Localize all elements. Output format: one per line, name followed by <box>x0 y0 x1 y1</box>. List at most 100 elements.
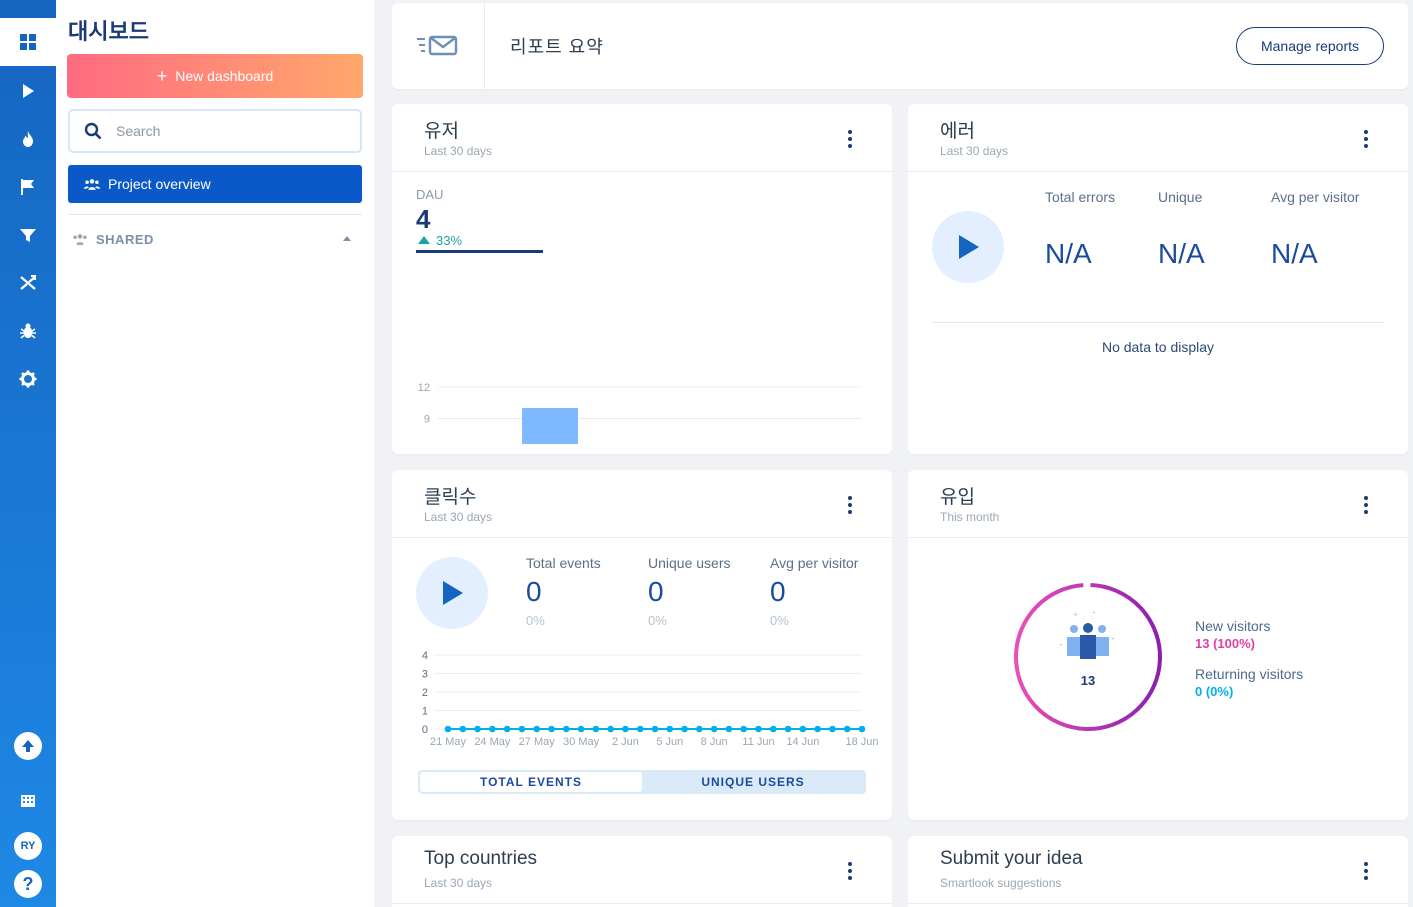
data-point[interactable] <box>622 725 629 733</box>
rail-heatmaps[interactable] <box>0 115 56 163</box>
rail-funnels[interactable] <box>0 211 56 259</box>
upgrade-button[interactable] <box>14 732 42 760</box>
card-subtitle: Last 30 days <box>940 144 1009 158</box>
tab-unique-users[interactable]: UNIQUE USERS <box>642 772 864 792</box>
divider <box>68 214 362 215</box>
data-point[interactable] <box>503 725 511 733</box>
data-point[interactable] <box>858 725 866 733</box>
data-point[interactable] <box>592 725 600 733</box>
rail-settings[interactable] <box>0 355 56 403</box>
new-visitors-label: New visitors <box>1195 618 1271 634</box>
report-icon-box <box>392 3 485 89</box>
y-tick-label: 4 <box>422 650 428 662</box>
rail-recordings[interactable] <box>0 67 56 115</box>
data-point[interactable] <box>577 725 585 733</box>
project-overview-label: Project overview <box>108 176 211 192</box>
tab-total-events[interactable]: TOTAL EVENTS <box>420 772 642 792</box>
stat-percent: 0% <box>648 613 667 628</box>
arrow-up-icon <box>22 740 34 752</box>
data-point[interactable] <box>755 725 762 733</box>
stat-label: Total events <box>526 555 601 571</box>
data-point[interactable] <box>666 725 674 733</box>
search-icon <box>84 122 102 140</box>
card-subtitle: Last 30 days <box>424 510 493 524</box>
rail-journeys[interactable] <box>0 259 56 307</box>
data-point[interactable] <box>444 725 452 733</box>
rail-errors[interactable] <box>0 307 56 355</box>
x-tick-label: 24 May <box>474 736 511 748</box>
svg-text:•: • <box>1112 637 1114 643</box>
y-tick-label: 1 <box>422 706 428 718</box>
play-icon <box>23 84 34 98</box>
stat-label: Unique <box>1158 189 1203 205</box>
data-point[interactable] <box>562 725 570 733</box>
visitors-donut: + • • • 13 <box>1014 583 1162 731</box>
returning-visitors-value: 0 (0%) <box>1195 684 1234 699</box>
more-menu-icon[interactable] <box>1364 496 1368 514</box>
search-field <box>68 109 362 153</box>
data-point[interactable] <box>607 725 614 733</box>
dau-underline <box>416 250 543 253</box>
bar[interactable] <box>522 408 578 444</box>
data-point[interactable] <box>533 725 541 733</box>
rail-dashboards[interactable] <box>0 18 56 66</box>
help-button[interactable]: ? <box>14 870 42 898</box>
bug-icon <box>20 323 36 339</box>
funnel-icon <box>20 229 36 242</box>
avatar[interactable]: RY <box>14 832 42 860</box>
data-point[interactable] <box>710 725 718 733</box>
returning-visitors-label: Returning visitors <box>1195 666 1304 682</box>
card-subtitle: Last 30 days <box>424 876 493 890</box>
data-point[interactable] <box>548 725 555 733</box>
more-menu-icon[interactable] <box>848 496 852 514</box>
shared-section-toggle[interactable]: SHARED <box>72 232 352 247</box>
traffic-card: 유입 This month + • • • 13 New visitors 13… <box>908 470 1408 820</box>
data-point[interactable] <box>651 725 659 733</box>
data-point[interactable] <box>725 725 733 733</box>
data-point[interactable] <box>769 725 777 733</box>
card-title: 클릭수 <box>424 487 477 508</box>
data-point[interactable] <box>636 725 644 733</box>
new-dashboard-button[interactable]: + New dashboard <box>67 54 363 98</box>
x-tick-label: 27 May <box>519 736 556 748</box>
play-button[interactable] <box>932 211 1004 283</box>
visitors-total: 13 <box>1081 673 1095 688</box>
card-title: Submit your idea <box>940 848 1083 869</box>
plus-icon: + <box>156 66 168 86</box>
data-point[interactable] <box>681 725 688 733</box>
play-button[interactable] <box>416 557 488 629</box>
data-point[interactable] <box>843 725 851 733</box>
y-tick-label: 3 <box>422 669 428 681</box>
more-menu-icon[interactable] <box>1364 130 1368 148</box>
report-summary-card: 리포트 요약 Manage reports <box>392 3 1408 89</box>
data-point[interactable] <box>518 725 526 733</box>
data-point[interactable] <box>799 725 807 733</box>
y-tick-label: 2 <box>422 687 428 699</box>
card-title: Top countries <box>424 848 538 869</box>
project-overview-item[interactable]: Project overview <box>68 165 362 203</box>
stat-label: Avg per visitor <box>770 555 859 571</box>
data-point[interactable] <box>814 725 821 733</box>
data-point[interactable] <box>459 725 467 733</box>
more-menu-icon[interactable] <box>1364 862 1368 880</box>
card-title: 유입 <box>940 487 975 508</box>
data-point[interactable] <box>784 725 792 733</box>
question-icon: ? <box>22 873 34 894</box>
data-point[interactable] <box>474 725 481 733</box>
more-menu-icon[interactable] <box>848 130 852 148</box>
empty-state-text: No data to display <box>1101 339 1215 355</box>
stat-value: 0 <box>770 576 786 607</box>
data-point[interactable] <box>696 725 703 733</box>
search-input[interactable] <box>116 123 316 139</box>
data-point[interactable] <box>740 725 748 733</box>
mail-send-icon <box>417 35 458 56</box>
rail-events[interactable] <box>0 163 56 211</box>
more-menu-icon[interactable] <box>848 862 852 880</box>
data-point[interactable] <box>489 725 496 733</box>
card-title: 유저 <box>424 121 459 142</box>
rail-organization[interactable] <box>0 776 56 824</box>
stat-label: Total errors <box>1045 189 1116 205</box>
manage-reports-button[interactable]: Manage reports <box>1236 27 1384 65</box>
x-tick-label: 8 Jun <box>701 736 728 748</box>
data-point[interactable] <box>829 725 836 733</box>
